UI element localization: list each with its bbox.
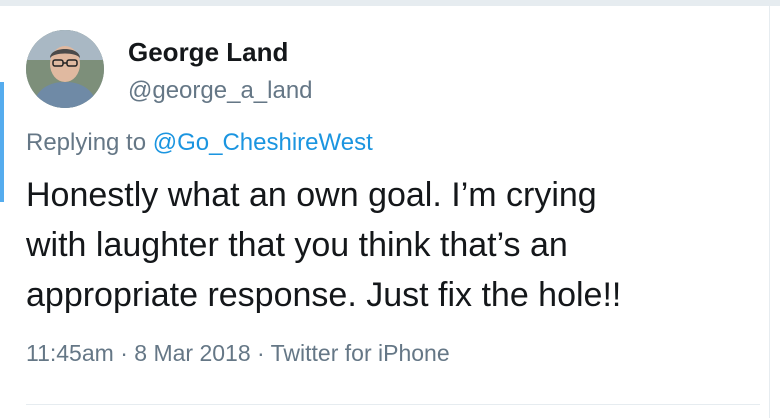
tweet-card: George Land @george_a_land Replying to @… — [0, 0, 780, 418]
right-divider — [769, 6, 770, 418]
tweet-meta: 11:45am · 8 Mar 2018 · Twitter for iPhon… — [26, 338, 450, 368]
tweet-line: Honestly what an own goal. I’m crying — [26, 176, 597, 214]
reply-prefix: Replying to — [26, 129, 153, 156]
tweet-line: with laughter that you think that’s an — [26, 226, 568, 264]
tweet-line: appropriate response. Just fix the hole!… — [26, 276, 622, 314]
thread-accent-bar — [0, 82, 4, 202]
tweet-text: Honestly what an own goal. I’m crying wi… — [26, 170, 756, 320]
meta-separator: · — [113, 340, 135, 366]
meta-separator: · — [250, 340, 271, 366]
reply-mention-link[interactable]: @Go_CheshireWest — [153, 129, 373, 156]
avatar-photo-icon — [26, 30, 104, 108]
bottom-divider — [26, 404, 760, 405]
reply-context: Replying to @Go_CheshireWest — [26, 128, 373, 158]
author-name[interactable]: George Land — [128, 36, 288, 68]
tweet-time-link[interactable]: 11:45am — [26, 340, 114, 366]
tweet-date-link[interactable]: 8 Mar 2018 — [134, 340, 250, 366]
tweet-source-link[interactable]: Twitter for iPhone — [271, 340, 450, 366]
avatar[interactable] — [26, 30, 104, 108]
author-handle[interactable]: @george_a_land — [128, 76, 313, 106]
top-divider — [0, 0, 780, 6]
